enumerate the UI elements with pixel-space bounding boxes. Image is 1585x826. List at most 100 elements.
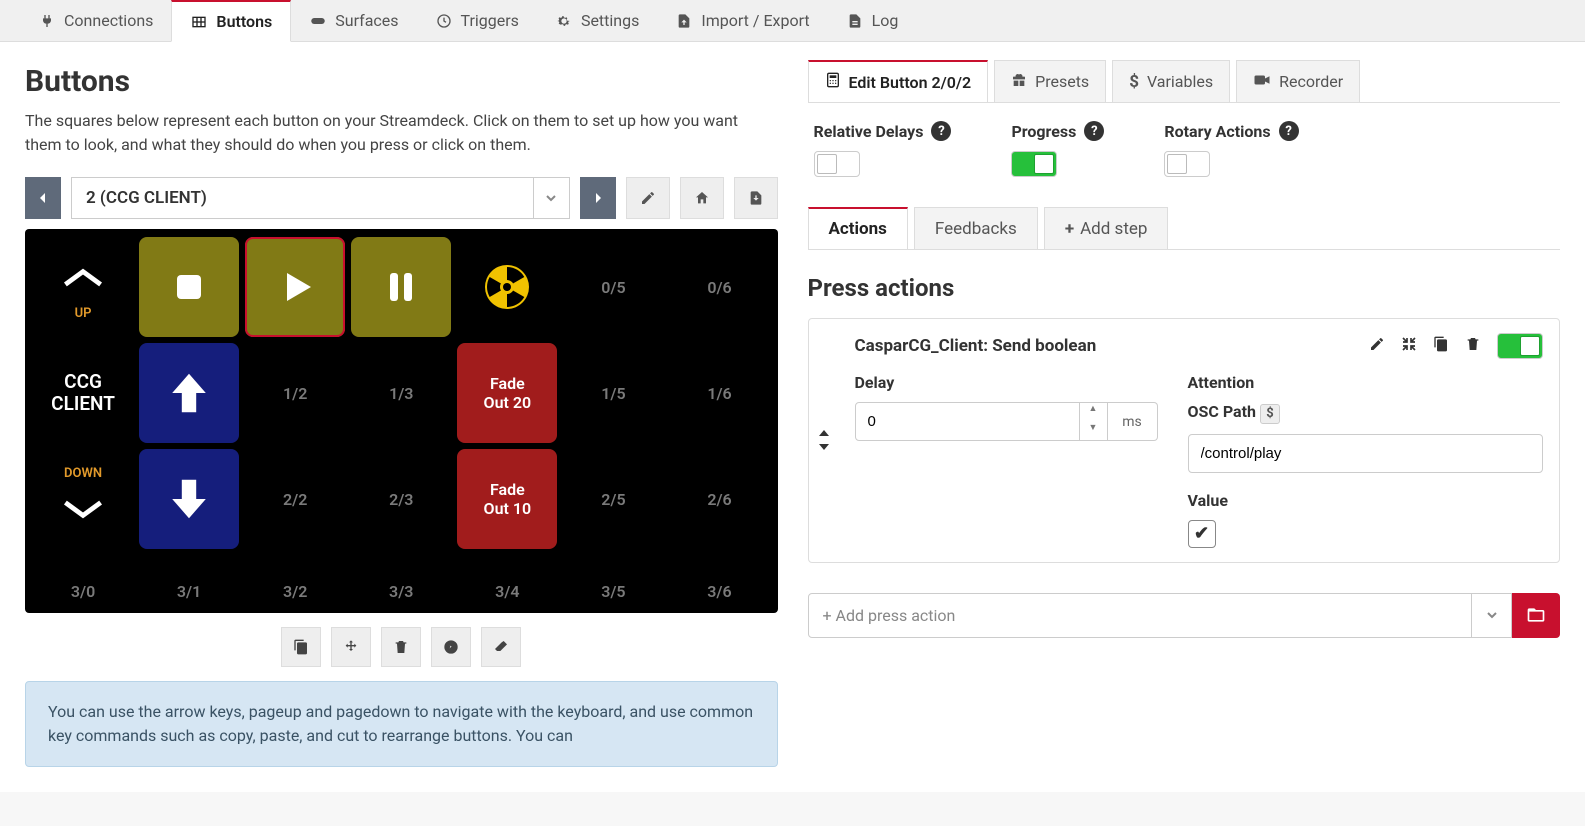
grid-cell-0-6[interactable]: 0/6 — [669, 237, 769, 337]
grid-icon — [190, 13, 208, 31]
duplicate-icon[interactable] — [1433, 336, 1449, 356]
tab-variables[interactable]: $ Variables — [1112, 60, 1230, 102]
tab-edit-button[interactable]: Edit Button 2/0/2 — [808, 60, 989, 102]
home-page-button[interactable] — [680, 177, 724, 219]
subtab-feedbacks[interactable]: Feedbacks — [914, 207, 1038, 249]
grid-cell-3-5[interactable]: 3/5 — [563, 555, 663, 605]
tab-buttons[interactable]: Buttons — [171, 0, 291, 42]
grid-cell-3-4[interactable]: 3/4 — [457, 555, 557, 605]
grid-cell-0-0[interactable]: UP — [33, 237, 133, 337]
grid-cell-2-4[interactable]: FadeOut 10 — [457, 449, 557, 549]
tab-label: Log — [872, 11, 899, 30]
grid-cell-0-5[interactable]: 0/5 — [563, 237, 663, 337]
calc-icon — [825, 72, 841, 92]
tab-label: Settings — [581, 11, 639, 30]
export-page-button[interactable] — [734, 177, 778, 219]
tab-connections[interactable]: Connections — [20, 0, 171, 41]
subtab-add-step[interactable]: + Add step — [1044, 207, 1169, 249]
sub-tabs: Actions Feedbacks + Add step — [808, 207, 1561, 250]
tab-label: Presets — [1035, 72, 1089, 91]
grid-cell-2-6[interactable]: 2/6 — [669, 449, 769, 549]
move-button[interactable] — [331, 627, 371, 667]
relative-delays-label: Relative Delays ? — [814, 121, 952, 141]
grid-cell-1-1[interactable] — [139, 343, 239, 443]
grid-cell-3-3[interactable]: 3/3 — [351, 555, 451, 605]
grid-cell-2-0[interactable]: DOWN — [33, 449, 133, 549]
subtab-actions[interactable]: Actions — [808, 207, 908, 249]
tab-presets[interactable]: Presets — [994, 60, 1106, 102]
plug-icon — [38, 12, 56, 30]
tab-surfaces[interactable]: Surfaces — [291, 0, 416, 41]
tab-triggers[interactable]: Triggers — [417, 0, 537, 41]
rotary-actions-toggle[interactable] — [1164, 151, 1210, 177]
plus-icon: + — [1065, 219, 1074, 239]
relative-delays-toggle[interactable] — [814, 151, 860, 177]
grid-cell-3-2[interactable]: 3/2 — [245, 555, 345, 605]
tab-recorder[interactable]: Recorder — [1236, 60, 1360, 102]
osc-path-input[interactable] — [1188, 434, 1544, 473]
tab-label: Triggers — [461, 11, 519, 30]
grid-cell-1-0[interactable]: CCGCLIENT — [33, 343, 133, 443]
grid-cell-2-3[interactable]: 2/3 — [351, 449, 451, 549]
grid-cell-0-4[interactable] — [457, 237, 557, 337]
grid-cell-1-3[interactable]: 1/3 — [351, 343, 451, 443]
prev-page-button[interactable] — [25, 177, 61, 219]
chevron-down-icon[interactable] — [1472, 593, 1512, 638]
tab-label: Variables — [1147, 72, 1213, 91]
collapse-icon[interactable] — [1401, 336, 1417, 356]
surfaces-icon — [309, 12, 327, 30]
grid-cell-3-0[interactable]: 3/0 — [33, 555, 133, 605]
progress-label: Progress ? — [1011, 121, 1104, 141]
next-page-button[interactable] — [580, 177, 616, 219]
grid-cell-0-3[interactable] — [351, 237, 451, 337]
grid-cell-0-1[interactable] — [139, 237, 239, 337]
action-title: CasparCG_Client: Send boolean — [855, 336, 1097, 356]
help-icon[interactable]: ? — [931, 121, 951, 141]
grid-cell-1-4[interactable]: FadeOut 20 — [457, 343, 557, 443]
right-tabs: Edit Button 2/0/2 Presets $ Variables Re… — [808, 60, 1561, 103]
button-grid: UP 0/50/6 CCGCLIENT 1/21/3FadeOut 201/51/6 D… — [25, 229, 778, 613]
delete-action-icon[interactable] — [1465, 336, 1481, 356]
grid-cell-3-6[interactable]: 3/6 — [669, 555, 769, 605]
help-icon[interactable]: ? — [1084, 121, 1104, 141]
gift-icon — [1011, 72, 1027, 92]
delay-input[interactable] — [855, 402, 1080, 441]
page-description: The squares below represent each button … — [25, 109, 778, 157]
grid-cell-0-2[interactable] — [245, 237, 345, 337]
copy-button[interactable] — [281, 627, 321, 667]
tab-import-export[interactable]: Import / Export — [657, 0, 827, 41]
tab-label: Edit Button 2/0/2 — [849, 73, 972, 92]
tab-settings[interactable]: Settings — [537, 0, 657, 41]
page-title: Buttons — [25, 64, 778, 99]
grid-cell-1-6[interactable]: 1/6 — [669, 343, 769, 443]
add-press-action-input[interactable]: + Add press action — [808, 593, 1473, 638]
grid-cell-1-2[interactable]: 1/2 — [245, 343, 345, 443]
compass-button[interactable] — [431, 627, 471, 667]
tab-log[interactable]: Log — [828, 0, 917, 41]
tab-label: Surfaces — [335, 11, 398, 30]
import-icon — [675, 12, 693, 30]
action-icons — [1369, 333, 1543, 359]
grid-cell-1-5[interactable]: 1/5 — [563, 343, 663, 443]
action-enabled-toggle[interactable] — [1497, 333, 1543, 359]
edit-action-icon[interactable] — [1369, 336, 1385, 356]
info-box: You can use the arrow keys, pageup and p… — [25, 681, 778, 767]
help-icon[interactable]: ? — [1279, 121, 1299, 141]
drag-handle[interactable] — [809, 319, 839, 562]
browse-actions-button[interactable] — [1512, 593, 1560, 638]
variable-picker-icon[interactable]: $ — [1260, 404, 1280, 424]
page-select[interactable]: 2 (CCG CLIENT) — [71, 177, 570, 219]
grid-cell-2-5[interactable]: 2/5 — [563, 449, 663, 549]
value-checkbox[interactable]: ✔ — [1188, 520, 1216, 548]
tab-label: Import / Export — [701, 11, 809, 30]
erase-button[interactable] — [481, 627, 521, 667]
grid-cell-2-1[interactable] — [139, 449, 239, 549]
delete-button[interactable] — [381, 627, 421, 667]
edit-page-button[interactable] — [626, 177, 670, 219]
grid-cell-3-1[interactable]: 3/1 — [139, 555, 239, 605]
spinner[interactable]: ▲▼ — [1080, 402, 1108, 441]
gear-icon — [555, 12, 573, 30]
grid-cell-2-2[interactable]: 2/2 — [245, 449, 345, 549]
progress-toggle[interactable] — [1011, 151, 1057, 177]
page-bar: 2 (CCG CLIENT) — [25, 177, 778, 219]
